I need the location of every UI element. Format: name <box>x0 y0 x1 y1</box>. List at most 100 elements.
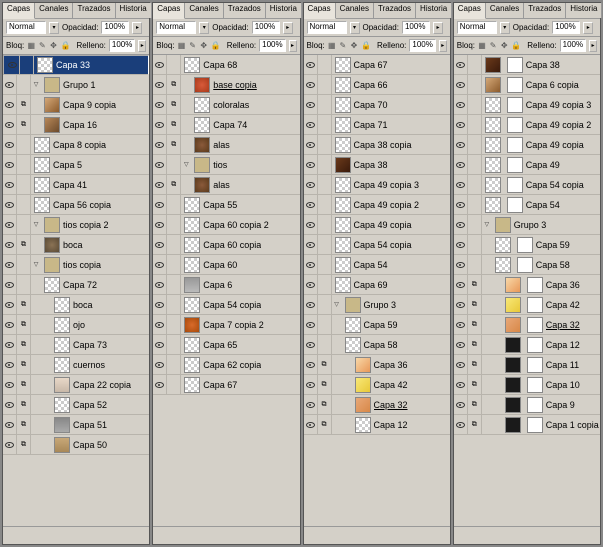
visibility-toggle[interactable] <box>304 95 318 115</box>
visibility-toggle[interactable] <box>3 355 17 375</box>
link-column[interactable] <box>318 195 332 215</box>
dropdown-icon[interactable]: ▸ <box>433 22 443 34</box>
link-column[interactable] <box>17 135 31 155</box>
disclosure-icon[interactable]: ▽ <box>31 81 41 88</box>
visibility-toggle[interactable] <box>304 55 318 75</box>
visibility-toggle[interactable] <box>454 275 468 295</box>
tab-historia[interactable]: Historia <box>266 3 302 18</box>
link-column[interactable]: ⧉ <box>468 375 482 395</box>
layer-name[interactable]: alas <box>213 180 230 190</box>
layer-name[interactable]: coloralas <box>213 100 249 110</box>
layer-name[interactable]: Capa 49 copia <box>354 220 412 230</box>
visibility-toggle[interactable] <box>454 135 468 155</box>
lock-all-icon[interactable]: 🔒 <box>61 40 71 51</box>
visibility-toggle[interactable] <box>454 55 468 75</box>
tab-historia[interactable]: Historia <box>566 3 602 18</box>
layer-row[interactable]: ⧉ojo <box>3 315 149 335</box>
link-column[interactable] <box>318 75 332 95</box>
disclosure-icon[interactable]: ▽ <box>31 261 41 268</box>
link-column[interactable] <box>468 155 482 175</box>
layer-row[interactable]: ⧉base copia <box>153 75 299 95</box>
visibility-toggle[interactable] <box>304 215 318 235</box>
link-column[interactable] <box>17 275 31 295</box>
tab-trazados[interactable]: Trazados <box>374 3 416 18</box>
link-column[interactable] <box>468 195 482 215</box>
visibility-toggle[interactable] <box>3 235 17 255</box>
visibility-toggle[interactable] <box>304 375 318 395</box>
layer-row[interactable]: ⧉alas <box>153 135 299 155</box>
link-column[interactable]: ⧉ <box>167 75 181 95</box>
layer-row[interactable]: ⧉Capa 51 <box>3 415 149 435</box>
visibility-toggle[interactable] <box>153 155 167 175</box>
layer-name[interactable]: Capa 8 copia <box>53 140 106 150</box>
layer-name[interactable]: Capa 33 <box>56 60 90 70</box>
blend-mode-select[interactable]: Normal <box>156 21 196 34</box>
layer-row[interactable]: Capa 49 copia 2 <box>304 195 450 215</box>
layer-name[interactable]: boca <box>73 300 93 310</box>
layer-row[interactable]: Capa 38 <box>304 155 450 175</box>
link-column[interactable] <box>17 255 31 275</box>
lock-all-icon[interactable]: 🔒 <box>511 40 521 51</box>
link-column[interactable]: ⧉ <box>167 95 181 115</box>
link-column[interactable] <box>167 215 181 235</box>
link-column[interactable] <box>318 55 332 75</box>
link-column[interactable] <box>468 215 482 235</box>
blend-mode-select[interactable]: Normal <box>6 21 46 34</box>
layer-name[interactable]: Capa 68 <box>203 60 237 70</box>
layer-row[interactable]: Capa 55 <box>153 195 299 215</box>
link-column[interactable]: ⧉ <box>468 315 482 335</box>
layer-name[interactable]: Grupo 3 <box>514 220 547 230</box>
visibility-toggle[interactable] <box>153 355 167 375</box>
lock-transparency-icon[interactable]: ▦ <box>328 40 336 51</box>
layer-name[interactable]: Capa 7 copia 2 <box>203 320 264 330</box>
layer-name[interactable]: Capa 66 <box>354 80 388 90</box>
visibility-toggle[interactable] <box>3 415 17 435</box>
layer-row[interactable]: Capa 49 copia 3 <box>304 175 450 195</box>
layer-name[interactable]: Capa 36 <box>374 360 408 370</box>
visibility-toggle[interactable] <box>304 195 318 215</box>
layer-name[interactable]: Capa 62 copia <box>203 360 261 370</box>
link-column[interactable]: ⧉ <box>318 375 332 395</box>
layer-row[interactable]: Capa 60 copia 2 <box>153 215 299 235</box>
layer-row[interactable]: Capa 8 copia <box>3 135 149 155</box>
dropdown-icon[interactable]: ▾ <box>500 22 510 34</box>
link-column[interactable] <box>318 175 332 195</box>
dropdown-icon[interactable]: ▸ <box>583 22 593 34</box>
visibility-toggle[interactable] <box>3 175 17 195</box>
visibility-toggle[interactable] <box>3 115 17 135</box>
link-column[interactable] <box>167 235 181 255</box>
layer-name[interactable]: Capa 70 <box>354 100 388 110</box>
visibility-toggle[interactable] <box>304 275 318 295</box>
visibility-toggle[interactable] <box>6 55 20 75</box>
link-column[interactable] <box>17 175 31 195</box>
layer-row[interactable]: Capa 67 <box>304 55 450 75</box>
link-column[interactable] <box>167 255 181 275</box>
layer-row[interactable]: Capa 5 <box>3 155 149 175</box>
layer-row[interactable]: Capa 68 <box>153 55 299 75</box>
lock-move-icon[interactable]: ✥ <box>500 40 508 51</box>
visibility-toggle[interactable] <box>153 375 167 395</box>
layer-row[interactable]: Capa 54 <box>454 195 600 215</box>
link-column[interactable] <box>318 155 332 175</box>
link-column[interactable] <box>318 215 332 235</box>
visibility-toggle[interactable] <box>304 315 318 335</box>
lock-transparency-icon[interactable]: ▦ <box>177 40 185 51</box>
link-column[interactable]: ⧉ <box>468 395 482 415</box>
layer-row[interactable]: ⧉Capa 16 <box>3 115 149 135</box>
layer-row[interactable]: ⧉ coloralas <box>153 95 299 115</box>
layer-name[interactable]: Capa 38 copia <box>354 140 412 150</box>
visibility-toggle[interactable] <box>3 155 17 175</box>
link-column[interactable] <box>318 255 332 275</box>
layer-row[interactable]: ⧉boca <box>3 235 149 255</box>
layer-row[interactable]: Capa 60 <box>153 255 299 275</box>
link-column[interactable] <box>318 275 332 295</box>
visibility-toggle[interactable] <box>153 55 167 75</box>
link-column[interactable]: ⧉ <box>17 95 31 115</box>
layer-name[interactable]: Capa 5 <box>53 160 82 170</box>
layer-row[interactable]: ⧉Capa 42 <box>304 375 450 395</box>
opacity-input[interactable]: 100% <box>252 21 280 34</box>
link-column[interactable]: ⧉ <box>468 275 482 295</box>
tab-canales[interactable]: Canales <box>185 3 223 18</box>
link-column[interactable]: ⧉ <box>468 355 482 375</box>
tab-capas[interactable]: Capas <box>304 3 336 19</box>
